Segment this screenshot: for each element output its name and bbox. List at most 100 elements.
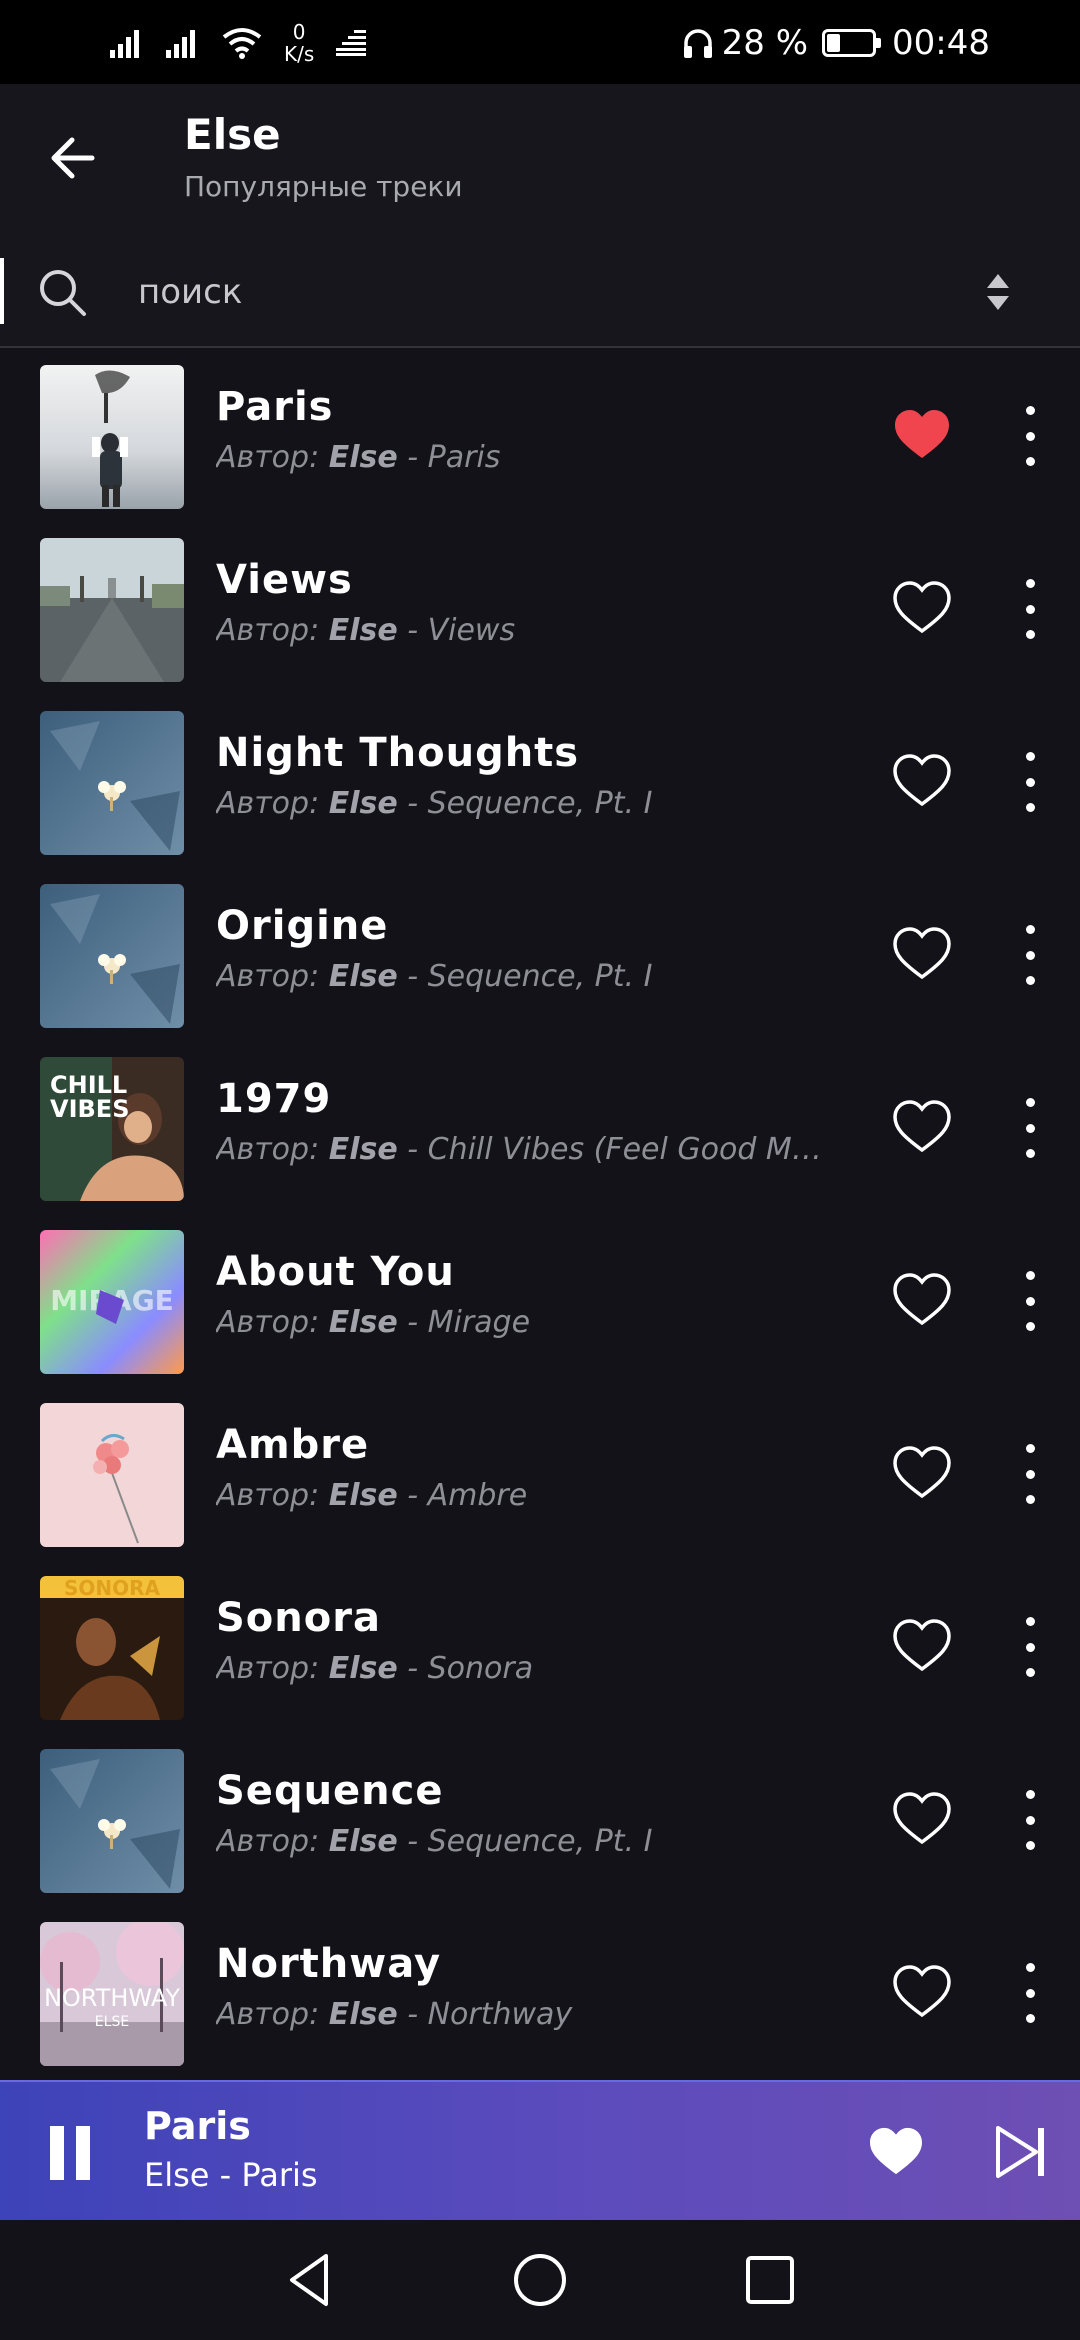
heart-icon[interactable] [893,1100,951,1154]
pause-button[interactable] [50,2126,94,2180]
more-options-button[interactable] [1014,1271,1046,1331]
track-item[interactable]: MIRAGE About You Автор: Else - Mirage [0,1215,1080,1388]
heart-icon-filled[interactable] [868,2126,924,2178]
track-title: Views [216,557,353,603]
album-cover-sequence [40,711,184,855]
track-item[interactable]: Views Автор: Else - Views [0,523,1080,696]
author-label: Автор: [216,440,329,475]
track-album: - Sequence, Pt. I [397,1824,653,1859]
track-subtitle: Автор: Else - Sequence, Pt. I [216,1824,836,1859]
track-title: 1979 [216,1076,332,1122]
track-item[interactable]: CHILL VIBES 1979 Автор: Else - Chill Vib… [0,1042,1080,1215]
track-album: - Sequence, Pt. I [397,786,653,821]
track-item[interactable]: Origine Автор: Else - Sequence, Pt. I [0,869,1080,1042]
author-label: Автор: [216,613,329,648]
heart-icon[interactable] [893,754,951,808]
more-options-button[interactable] [1014,1617,1046,1677]
heart-icon[interactable] [893,1965,951,2019]
track-title: Sonora [216,1595,381,1641]
status-bar: 0 K/s 28 % 00:48 [0,0,1080,84]
search-focus-indicator [0,258,4,324]
search-input[interactable] [138,264,938,320]
skip-next-icon[interactable] [994,2124,1048,2180]
more-options-button[interactable] [1014,1098,1046,1158]
heart-icon[interactable] [893,1273,951,1327]
author-label: Автор: [216,959,329,994]
sort-button[interactable] [976,266,1020,318]
net-speed-value: 0 [292,20,306,44]
author-label: Автор: [216,1478,329,1513]
app-header: Else Популярные треки [0,84,1080,244]
heart-icon-filled[interactable] [893,408,951,462]
nav-recents-icon[interactable] [740,2250,800,2310]
nav-back-icon[interactable] [280,2250,340,2310]
wifi-icon [222,28,262,59]
search-bar [0,244,1080,348]
back-button[interactable] [36,122,108,194]
album-cover-views [40,538,184,682]
track-artist: Else [328,613,398,648]
author-label: Автор: [216,1132,329,1167]
more-options-button[interactable] [1014,579,1046,639]
album-cover-northway: NORTHWAY ELSE [40,1922,184,2066]
chill-vibes-text-2: VIBES [50,1095,129,1123]
more-options-button[interactable] [1014,1790,1046,1850]
author-label: Автор: [216,1997,329,2032]
heart-icon[interactable] [893,927,951,981]
more-options-button[interactable] [1014,1444,1046,1504]
northway-subtext: ELSE [95,2014,129,2030]
track-item[interactable]: Paris Автор: Else - Paris [0,350,1080,523]
track-artist: Else [328,1132,398,1167]
headphones-icon [683,29,712,58]
clock: 00:48 [892,23,990,63]
track-artist: Else [328,786,398,821]
track-artist: Else [328,1305,398,1340]
track-album: - Ambre [397,1478,528,1513]
sort-arrows-icon [987,274,1009,310]
track-title: Paris [216,384,334,430]
album-cover-paris [40,365,184,509]
more-options-button[interactable] [1014,406,1046,466]
track-album: - Northway [397,1997,573,2032]
mini-player[interactable]: Paris Else - Paris [0,2080,1080,2220]
battery-icon [822,29,882,57]
track-artist: Else [328,1997,398,2032]
more-options-button[interactable] [1014,1963,1046,2023]
track-artist: Else [328,1824,398,1859]
track-list: Paris Автор: Else - Paris Views Автор: E… [0,350,1080,2080]
track-item[interactable]: Sequence Автор: Else - Sequence, Pt. I [0,1734,1080,1907]
track-subtitle: Автор: Else - Paris [216,440,836,475]
album-cover-sequence [40,884,184,1028]
track-title: Night Thoughts [216,730,580,776]
track-item[interactable]: Night Thoughts Автор: Else - Sequence, P… [0,696,1080,869]
nav-home-icon[interactable] [510,2250,570,2310]
heart-icon[interactable] [893,581,951,635]
net-speed: 0 K/s [284,21,314,65]
track-subtitle: Автор: Else - Mirage [216,1305,836,1340]
track-item[interactable]: Ambre Автор: Else - Ambre [0,1388,1080,1561]
track-album: - Paris [397,440,501,475]
track-artist: Else [328,1478,398,1513]
northway-text: NORTHWAY [44,1984,180,2012]
track-album: - Sequence, Pt. I [397,959,653,994]
heart-icon[interactable] [893,1619,951,1673]
more-options-button[interactable] [1014,925,1046,985]
net-speed-unit: K/s [284,42,315,66]
track-title: About You [216,1249,455,1295]
more-options-button[interactable] [1014,752,1046,812]
track-artist: Else [328,1651,398,1686]
author-label: Автор: [216,1651,329,1686]
page-subtitle: Популярные треки [184,170,463,203]
album-cover-sequence [40,1749,184,1893]
track-subtitle: Автор: Else - Sonora [216,1651,836,1686]
track-item[interactable]: NORTHWAY ELSE Northway Автор: Else - Nor… [0,1907,1080,2080]
album-cover-ambre [40,1403,184,1547]
track-item[interactable]: SONORA Sonora Автор: Else - Sonora [0,1561,1080,1734]
heart-icon[interactable] [893,1792,951,1846]
track-album: - Chill Vibes (Feel Good Music) [397,1132,836,1167]
search-icon [40,270,86,316]
now-playing-subtitle: Else - Paris [144,2156,318,2194]
heart-icon[interactable] [893,1446,951,1500]
battery-fill [827,34,841,52]
battery-percent: 28 % [721,23,809,63]
